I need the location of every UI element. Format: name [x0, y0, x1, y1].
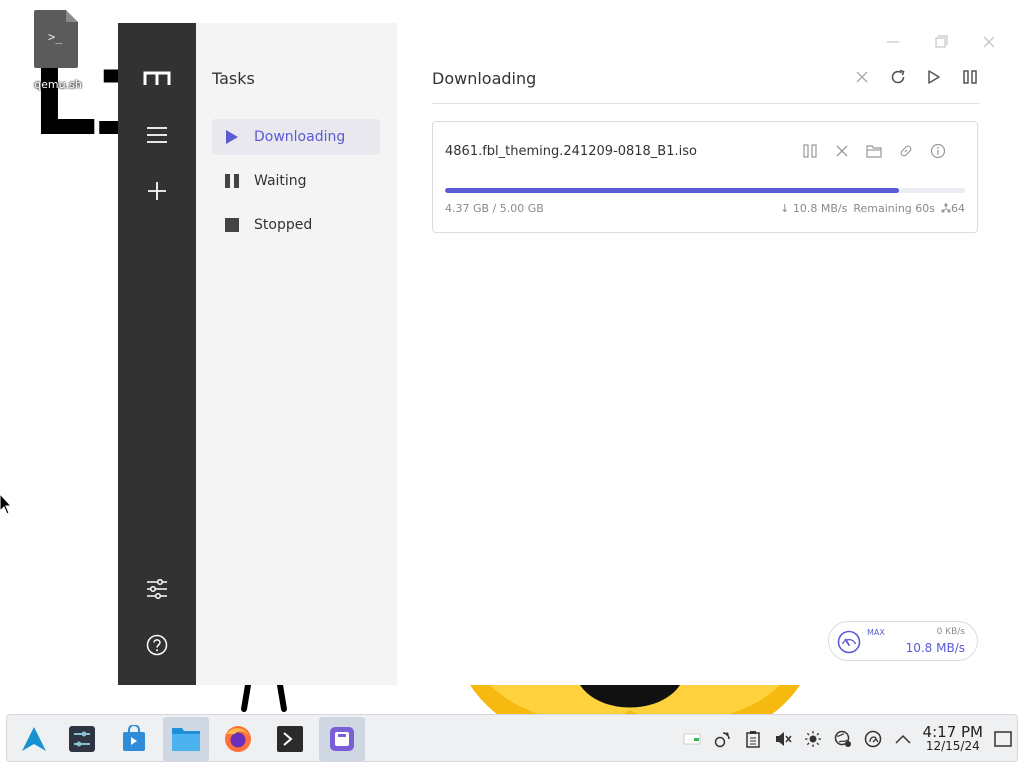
expand-icon[interactable] [893, 729, 913, 749]
clock[interactable]: 4:17 PM 12/15/24 [922, 723, 983, 754]
download-progress-bar [445, 188, 965, 193]
pause-icon[interactable] [801, 142, 819, 160]
wallpaper-penguin-feet [241, 685, 287, 712]
folder-icon[interactable] [865, 142, 883, 160]
clipboard-icon[interactable] [743, 729, 763, 749]
maximize-icon[interactable] [928, 29, 954, 55]
network-icon[interactable] [713, 729, 733, 749]
updates-icon[interactable] [863, 729, 883, 749]
file-glyph: >_ [48, 30, 63, 44]
discover-app-icon[interactable] [111, 717, 157, 761]
clock-date: 12/15/24 [925, 739, 980, 753]
taskbar: 4:17 PM 12/15/24 [6, 714, 1018, 762]
speed-limit-label: MAX [867, 628, 885, 637]
task-item[interactable]: 4861.fbl_theming.241209-0818_B1.iso 4.37… [432, 121, 978, 233]
sidebar-title: Tasks [212, 69, 255, 88]
sidebar-item-waiting[interactable]: Waiting [212, 163, 380, 199]
task-stats: ↓ 10.8 MB/s Remaining 60s 64 [780, 202, 965, 215]
sidebar-item-label: Waiting [254, 173, 307, 189]
close-icon[interactable] [976, 29, 1002, 55]
file-manager-icon[interactable] [163, 717, 209, 761]
close-icon[interactable] [852, 67, 872, 87]
download-speed: ↓ 10.8 MB/s [780, 202, 848, 215]
menu-icon[interactable] [142, 120, 172, 150]
brightness-icon[interactable] [803, 729, 823, 749]
desktop-file-label: qemu.sh [34, 78, 82, 91]
sidebar-item-label: Downloading [254, 129, 346, 145]
pause-icon[interactable] [960, 67, 980, 87]
connections-count: 64 [941, 202, 965, 215]
help-icon[interactable] [142, 630, 172, 660]
refresh-icon[interactable] [888, 67, 908, 87]
add-icon[interactable] [142, 176, 172, 206]
main-panel: Downloading 4861.fbl_theming.241209-0818… [397, 23, 1016, 685]
stop-icon [224, 217, 240, 233]
task-size: 4.37 GB / 5.00 GB [445, 202, 544, 215]
task-name: 4861.fbl_theming.241209-0818_B1.iso [445, 144, 697, 159]
clock-time: 4:17 PM [922, 723, 983, 741]
pause-icon [224, 173, 240, 189]
page-title: Downloading [432, 69, 537, 88]
play-icon [224, 129, 240, 145]
connections-value: 64 [951, 202, 965, 215]
settings-app-icon[interactable] [59, 717, 105, 761]
system-tray: 4:17 PM 12/15/24 [683, 715, 1013, 763]
motrix-window: Tasks Downloading Waiting Stopped Downlo… [118, 23, 1016, 685]
sidebar-item-stopped[interactable]: Stopped [212, 207, 380, 243]
title-divider [432, 103, 980, 104]
link-icon[interactable] [897, 142, 915, 160]
preferences-icon[interactable] [142, 574, 172, 604]
task-toolbar [852, 67, 980, 87]
logo-icon[interactable] [142, 63, 172, 93]
sidebar-item-downloading[interactable]: Downloading [212, 119, 380, 155]
play-icon[interactable] [924, 67, 944, 87]
script-file-icon: >_ [34, 10, 78, 68]
app-rail [118, 23, 196, 685]
speedometer-icon [837, 630, 861, 654]
arch-launcher-icon[interactable] [11, 717, 57, 761]
battery-icon[interactable] [683, 729, 703, 749]
info-icon[interactable] [929, 142, 947, 160]
volume-muted-icon[interactable] [773, 729, 793, 749]
upload-speed: 0 KB/s [936, 627, 965, 637]
close-icon[interactable] [833, 142, 851, 160]
download-speed-total: 10.8 MB/s [905, 641, 965, 655]
terminal-icon[interactable] [267, 717, 313, 761]
mouse-cursor-icon [0, 494, 13, 515]
window-controls [880, 29, 1002, 55]
connections-icon [941, 203, 951, 213]
minimize-icon[interactable] [880, 29, 906, 55]
sidebar-item-label: Stopped [254, 217, 313, 233]
task-actions [801, 142, 947, 160]
motrix-icon[interactable] [319, 717, 365, 761]
desktop-file-qemu[interactable]: >_ qemu.sh [28, 10, 88, 91]
firefox-icon[interactable] [215, 717, 261, 761]
time-remaining: Remaining 60s [853, 202, 935, 215]
tasks-sidebar: Tasks Downloading Waiting Stopped [196, 23, 397, 685]
progress-fill [445, 188, 900, 193]
show-desktop-icon[interactable] [993, 729, 1013, 749]
vpn-icon[interactable] [833, 729, 853, 749]
speedometer-widget[interactable]: MAX 0 KB/s 10.8 MB/s [828, 621, 978, 661]
